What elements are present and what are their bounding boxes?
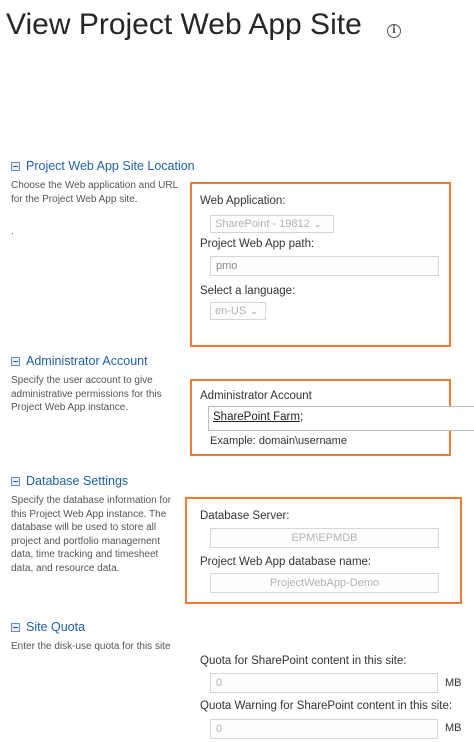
section-location-description: Choose the Web application and URL for t… <box>11 180 178 205</box>
language-value: en-US <box>215 305 247 317</box>
info-icon[interactable]: i <box>387 24 401 38</box>
database-server-label: Database Server: <box>200 510 290 522</box>
page-title: View Project Web App Site <box>6 8 362 41</box>
path-label: Project Web App path: <box>200 238 315 250</box>
database-name-input[interactable]: ProjectWebApp-Demo <box>210 573 439 593</box>
section-admin-description: Specify the user account to give adminis… <box>11 375 162 413</box>
section-location-extra: . <box>11 226 14 237</box>
quota-warning-label: Quota Warning for SharePoint content in … <box>200 700 453 712</box>
collapse-icon[interactable] <box>11 476 20 486</box>
admin-account-input[interactable]: SharePoint Farm; <box>208 406 474 431</box>
section-admin-title: Administrator Account <box>26 354 148 368</box>
quota-warning-input[interactable]: 0 <box>210 719 438 739</box>
path-input[interactable]: pmo <box>210 256 439 276</box>
language-select[interactable]: en-US ⌄ <box>210 302 266 320</box>
web-application-value: SharePoint - 19812 <box>215 218 310 230</box>
section-location-title: Project Web App Site Location <box>26 159 195 173</box>
quota-unit: MB <box>445 677 462 689</box>
section-quota-header[interactable]: Site Quota <box>11 620 85 634</box>
quota-warning-unit: MB <box>445 722 462 734</box>
section-quota-description: Enter the disk-use quota for this site <box>11 641 171 652</box>
quota-input[interactable]: 0 <box>210 673 438 693</box>
chevron-down-icon: ⌄ <box>250 306 258 316</box>
collapse-icon[interactable] <box>11 622 20 632</box>
admin-account-label: Administrator Account <box>200 390 312 402</box>
web-application-select[interactable]: SharePoint - 19812 ⌄ <box>210 215 334 233</box>
database-server-input[interactable]: EPM\EPMDB <box>210 528 439 548</box>
section-database-description: Specify the database information for thi… <box>11 495 172 574</box>
section-database-title: Database Settings <box>26 474 129 488</box>
admin-account-separator: ; <box>299 411 304 423</box>
section-database-header[interactable]: Database Settings <box>11 474 128 488</box>
section-quota-title: Site Quota <box>26 620 86 634</box>
web-application-label: Web Application: <box>200 195 286 207</box>
database-name-label: Project Web App database name: <box>200 556 372 568</box>
collapse-icon[interactable] <box>11 356 20 366</box>
language-label: Select a language: <box>200 285 296 297</box>
chevron-down-icon: ⌄ <box>313 219 322 229</box>
section-admin-header[interactable]: Administrator Account <box>11 354 148 368</box>
quota-label: Quota for SharePoint content in this sit… <box>200 655 407 667</box>
admin-account-example: Example: domain\username <box>210 435 347 447</box>
section-location-header[interactable]: Project Web App Site Location <box>11 159 195 173</box>
admin-account-value[interactable]: SharePoint Farm <box>213 411 300 423</box>
collapse-icon[interactable] <box>11 161 20 171</box>
